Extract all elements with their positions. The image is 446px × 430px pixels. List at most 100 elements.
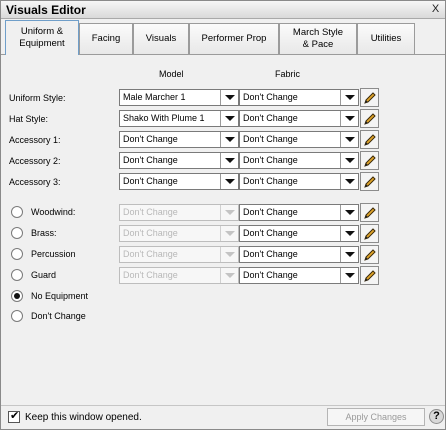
guard-fabric-select[interactable]: Don't Change (239, 267, 359, 284)
pencil-icon[interactable] (360, 130, 379, 149)
radio-button[interactable] (11, 206, 23, 218)
pencil-icon[interactable] (360, 88, 379, 107)
chevron-down-icon[interactable] (340, 247, 358, 262)
chevron-down-icon[interactable] (340, 111, 358, 126)
chevron-down-icon (220, 205, 238, 220)
uniform-equipment-panel: Model Fabric Uniform Style: Male Marcher… (5, 57, 439, 402)
chevron-down-icon (220, 226, 238, 241)
accessory-1-model-select[interactable]: Don't Change (119, 131, 239, 148)
percussion-fabric-select[interactable]: Don't Change (239, 246, 359, 263)
row-label: Accessory 1: (9, 135, 61, 145)
chevron-down-icon[interactable] (220, 111, 238, 126)
woodwind-model-select: Don't Change (119, 204, 239, 221)
chevron-down-icon[interactable] (340, 205, 358, 220)
tab-uniform-equipment[interactable]: Uniform & Equipment (5, 20, 79, 55)
chevron-down-icon[interactable] (340, 90, 358, 105)
chevron-down-icon[interactable] (340, 268, 358, 283)
select-value: Don't Change (243, 92, 298, 102)
help-icon[interactable]: ? (429, 409, 444, 424)
uniform-style-fabric-select[interactable]: Don't Change (239, 89, 359, 106)
select-value: Don't Change (123, 134, 178, 144)
tab-utilities[interactable]: Utilities (357, 23, 415, 54)
select-value: Don't Change (123, 228, 178, 238)
chevron-down-icon (220, 247, 238, 262)
brass-model-select: Don't Change (119, 225, 239, 242)
radio-button[interactable] (11, 290, 23, 302)
pencil-icon[interactable] (360, 224, 379, 243)
checkmark-icon: ✔ (10, 410, 20, 422)
select-value: Don't Change (243, 249, 298, 259)
pencil-icon[interactable] (360, 245, 379, 264)
chevron-down-icon (220, 268, 238, 283)
select-value: Don't Change (243, 176, 298, 186)
select-value: Don't Change (243, 134, 298, 144)
select-value: Don't Change (123, 249, 178, 259)
pencil-icon[interactable] (360, 266, 379, 285)
pencil-icon[interactable] (360, 151, 379, 170)
chevron-down-icon[interactable] (340, 174, 358, 189)
select-value: Don't Change (123, 270, 178, 280)
brass-fabric-select[interactable]: Don't Change (239, 225, 359, 242)
percussion-radio[interactable]: Percussion (11, 248, 111, 262)
chevron-down-icon[interactable] (220, 90, 238, 105)
select-value: Don't Change (243, 113, 298, 123)
pencil-icon[interactable] (360, 203, 379, 222)
woodwind-fabric-select[interactable]: Don't Change (239, 204, 359, 221)
no-equipment-radio[interactable]: No Equipment (11, 290, 111, 304)
radio-button[interactable] (11, 227, 23, 239)
hat-style-model-select[interactable]: Shako With Plume 1 (119, 110, 239, 127)
visuals-editor-window: Visuals Editor X Uniform & Equipment Fac… (0, 0, 446, 430)
chevron-down-icon[interactable] (340, 226, 358, 241)
row-label: Uniform Style: (9, 93, 66, 103)
radio-label: Guard (31, 270, 57, 280)
tab-performer-prop[interactable]: Performer Prop (189, 23, 279, 54)
select-value: Don't Change (123, 176, 178, 186)
accessory-2-fabric-select[interactable]: Don't Change (239, 152, 359, 169)
close-icon[interactable]: X (428, 2, 443, 17)
select-value: Don't Change (243, 228, 298, 238)
radio-button[interactable] (11, 269, 23, 281)
select-value: Don't Change (123, 155, 178, 165)
row-label: Hat Style: (9, 114, 49, 124)
chevron-down-icon[interactable] (220, 153, 238, 168)
apply-changes-button[interactable]: Apply Changes (327, 408, 425, 426)
accessory-2-model-select[interactable]: Don't Change (119, 152, 239, 169)
hat-style-fabric-select[interactable]: Don't Change (239, 110, 359, 127)
select-value: Don't Change (243, 155, 298, 165)
radio-label: Woodwind: (31, 207, 76, 217)
percussion-model-select: Don't Change (119, 246, 239, 263)
woodwind-radio[interactable]: Woodwind: (11, 206, 111, 220)
accessory-1-fabric-select[interactable]: Don't Change (239, 131, 359, 148)
accessory-3-model-select[interactable]: Don't Change (119, 173, 239, 190)
chevron-down-icon[interactable] (340, 153, 358, 168)
radio-button[interactable] (11, 248, 23, 260)
keep-open-checkbox[interactable]: ✔ (8, 410, 20, 423)
fabric-column-header: Fabric (275, 69, 301, 79)
tab-label: Performer Prop (201, 33, 267, 44)
tab-march-style-pace[interactable]: March Style & Pace (279, 23, 357, 54)
guard-radio[interactable]: Guard (11, 269, 111, 283)
accessory-3-fabric-select[interactable]: Don't Change (239, 173, 359, 190)
radio-label: No Equipment (31, 291, 89, 301)
tab-label: Facing (91, 33, 121, 44)
title-bar: Visuals Editor X (1, 1, 445, 19)
tab-facing[interactable]: Facing (79, 23, 133, 54)
pencil-icon[interactable] (360, 172, 379, 191)
chevron-down-icon[interactable] (340, 132, 358, 147)
tab-label: Utilities (370, 33, 402, 44)
chevron-down-icon[interactable] (220, 132, 238, 147)
select-value: Male Marcher 1 (123, 92, 186, 102)
tab-visuals[interactable]: Visuals (133, 23, 189, 54)
footer-bar: ✔ Keep this window opened. Apply Changes… (1, 405, 445, 429)
chevron-down-icon[interactable] (220, 174, 238, 189)
brass-radio[interactable]: Brass: (11, 227, 111, 241)
radio-button[interactable] (11, 310, 23, 322)
radio-label: Don't Change (31, 311, 86, 321)
uniform-style-model-select[interactable]: Male Marcher 1 (119, 89, 239, 106)
tab-label: March Style & Pace (292, 27, 344, 50)
select-value: Don't Change (243, 270, 298, 280)
pencil-icon[interactable] (360, 109, 379, 128)
dont-change-radio[interactable]: Don't Change (11, 310, 111, 324)
row-label: Accessory 3: (9, 177, 61, 187)
radio-label: Percussion (31, 249, 76, 259)
